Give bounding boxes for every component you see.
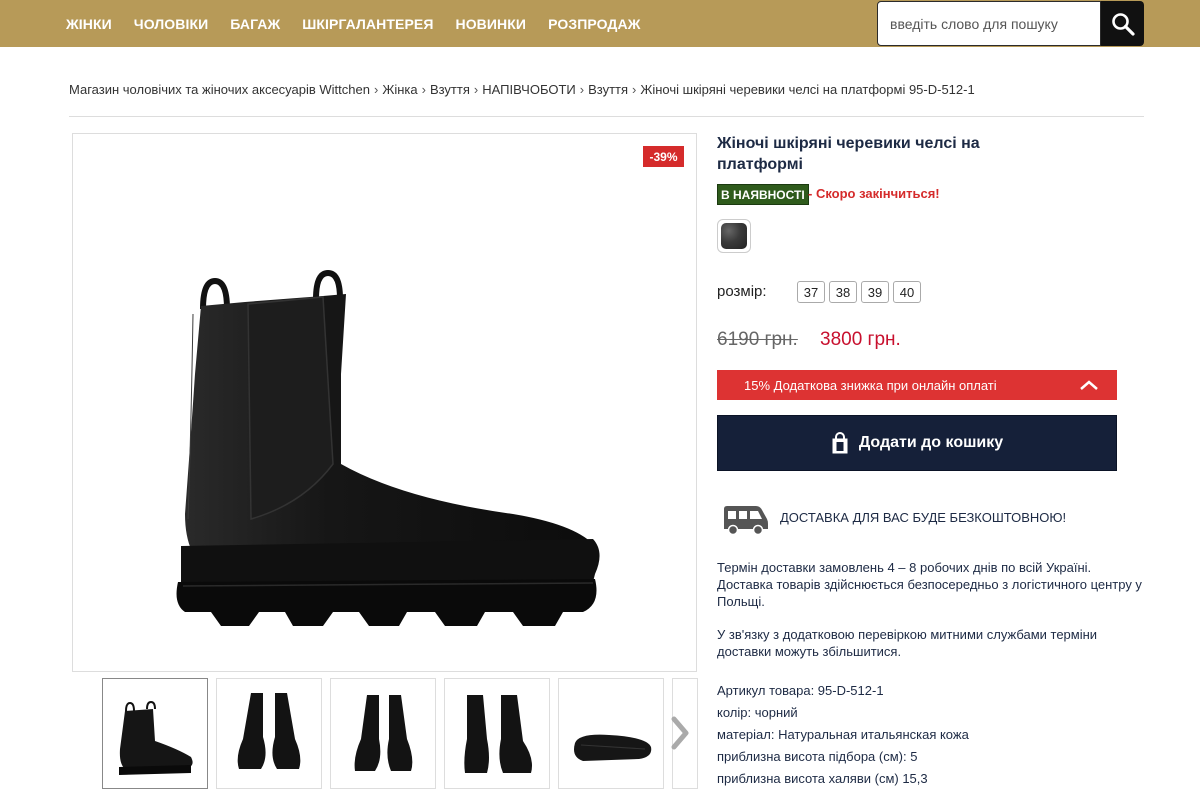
customs-notice-text: У зв'язку з додатковою перевіркою митним… [717, 627, 1098, 659]
color-swatch-black[interactable] [717, 219, 751, 253]
promo-text: 15% Додаткова знижка при онлайн оплаті [744, 377, 997, 393]
thumbnail-sole[interactable] [558, 678, 664, 789]
breadcrumb-link-woman[interactable]: Жінка [382, 82, 417, 97]
add-to-cart-button[interactable]: Додати до кошику [717, 415, 1117, 471]
boot-pair-thumb-icon [354, 695, 413, 771]
breadcrumb-link-shop[interactable]: Магазин чоловічих та жіночих аксесуарів … [69, 82, 370, 97]
nav-item-leather-goods[interactable]: ШКІРГАЛАНТЕРЕЯ [291, 16, 444, 32]
boot-pair-thumb-icon [237, 693, 301, 769]
breadcrumb-separator: › [632, 82, 637, 97]
breadcrumb-separator: › [579, 82, 585, 97]
breadcrumb-link-shoes-2[interactable]: Взуття [588, 82, 628, 97]
boot-pair-thumb-icon [464, 695, 532, 773]
color-swatch-fill [721, 223, 747, 249]
breadcrumb-separator: › [421, 82, 426, 97]
search-button[interactable] [1101, 1, 1144, 46]
breadcrumb: Магазин чоловічих та жіночих аксесуарів … [69, 82, 975, 97]
stock-badge: В НАЯВНОСТІ [717, 184, 809, 205]
spec-sku: Артикул товара: 95-D-512-1 [717, 683, 884, 698]
thumbnail-pair-side[interactable] [444, 678, 550, 789]
nav-item-women[interactable]: ЖІНКИ [55, 16, 123, 32]
main-nav: ЖІНКИ ЧОЛОВІКИ БАГАЖ ШКІРГАЛАНТЕРЕЯ НОВИ… [55, 0, 651, 47]
size-option-40[interactable]: 40 [893, 281, 921, 303]
delivery-terms-text: Термін доставки замовлень 4 – 8 робочих … [717, 560, 1142, 609]
size-option-39[interactable]: 39 [861, 281, 889, 303]
chevron-right-icon [671, 716, 689, 750]
product-title: Жіночі шкіряні черевики челсі на платфор… [717, 135, 980, 173]
breadcrumb-link-shoes[interactable]: Взуття [430, 82, 470, 97]
spec-material: матеріал: Натуральная итальянская кожа [717, 727, 969, 742]
breadcrumb-current: Жіночі шкіряні черевики челсі на платфор… [640, 82, 975, 97]
thumbnail-side-view[interactable] [102, 678, 208, 789]
breadcrumb-separator: › [373, 82, 379, 97]
nav-item-sale[interactable]: РОЗПРОДАЖ [537, 16, 651, 32]
size-option-38[interactable]: 38 [829, 281, 857, 303]
online-payment-promo[interactable]: 15% Додаткова знижка при онлайн оплаті [717, 370, 1117, 400]
thumbnail-next-button[interactable] [668, 713, 692, 753]
divider [69, 116, 1144, 117]
nav-item-men[interactable]: ЧОЛОВІКИ [123, 16, 220, 32]
spec-color: колір: чорний [717, 705, 798, 720]
main-product-image[interactable] [72, 133, 697, 672]
shopping-bag-icon [831, 432, 849, 454]
boot-side-thumb-icon [119, 700, 193, 775]
free-delivery-title: ДОСТАВКА ДЛЯ ВАС БУДЕ БЕЗКОШТОВНОЮ! [780, 510, 1067, 525]
old-price: 6190 грн. [717, 329, 798, 350]
spec-heel-height: приблизна висота підбора (см): 5 [717, 749, 918, 764]
discount-badge: -39% [643, 146, 684, 167]
boot-sole-thumb-icon [574, 734, 652, 761]
search-icon [1111, 12, 1135, 36]
search-input[interactable] [877, 1, 1101, 46]
breadcrumb-link-ankle-boots[interactable]: НАПІВЧОБОТИ [482, 82, 576, 97]
size-option-37[interactable]: 37 [797, 281, 825, 303]
add-to-cart-label: Додати до кошику [858, 434, 1004, 451]
thumbnail-pair-front[interactable] [216, 678, 322, 789]
nav-item-new[interactable]: НОВИНКИ [444, 16, 537, 32]
chevron-up-icon [1080, 380, 1098, 390]
thumbnail-pair-back[interactable] [330, 678, 436, 789]
thumbnail-strip [102, 678, 698, 789]
size-label: розмір: [717, 283, 767, 300]
spec-shaft-height: приблизна висота халяви (см) 15,3 [717, 771, 928, 786]
breadcrumb-separator: › [473, 82, 479, 97]
stock-note: - Скоро закінчиться! [808, 186, 940, 201]
nav-item-luggage[interactable]: БАГАЖ [219, 16, 291, 32]
delivery-van-icon [722, 503, 770, 542]
size-selector: 37 38 39 40 [797, 281, 925, 303]
chelsea-boot-image [176, 269, 600, 626]
sale-price: 3800 грн. [820, 329, 901, 350]
